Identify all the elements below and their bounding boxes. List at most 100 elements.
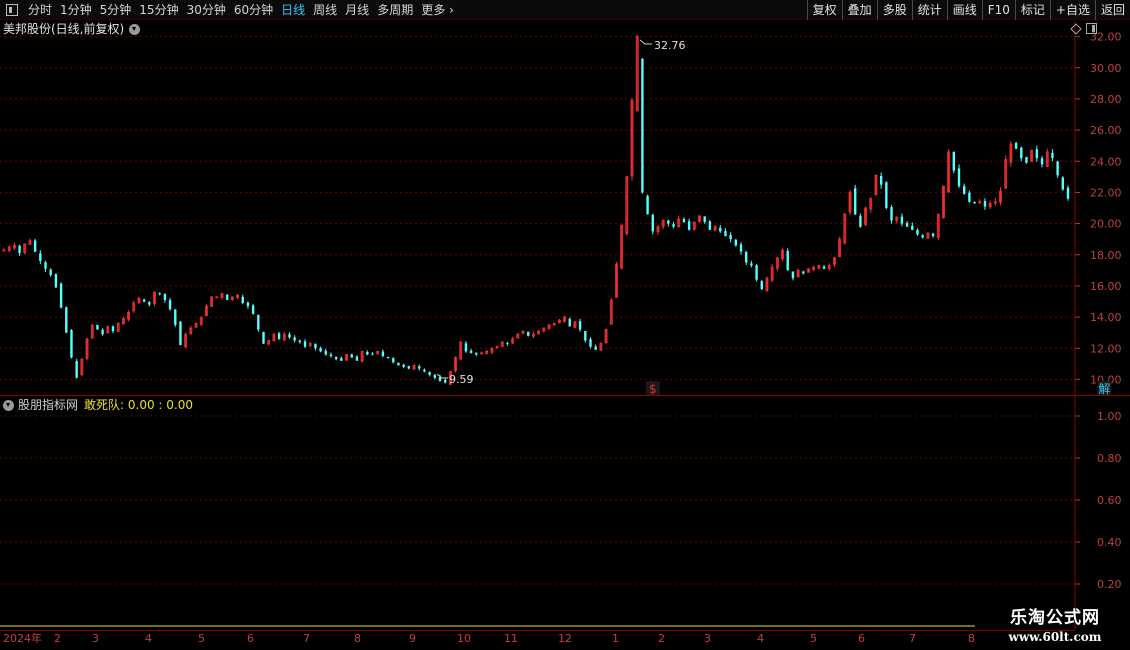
main-grid (0, 36, 1075, 380)
time-axis-month-label: 5 (198, 632, 205, 645)
candle-body (651, 214, 654, 232)
candle-body (1035, 149, 1039, 159)
indicator-y-label: 0.60 (1097, 494, 1122, 507)
candle-body (1056, 161, 1059, 176)
candle-body (791, 271, 795, 279)
candle-body (381, 351, 385, 357)
candle-body (392, 358, 395, 363)
diamond-icon[interactable] (1070, 23, 1082, 35)
time-axis-year-label: 2024年 (3, 631, 42, 645)
candle-body (687, 221, 691, 230)
low-leader-line (436, 373, 448, 379)
candle-body (1051, 152, 1054, 159)
candle-body (142, 299, 146, 302)
low-price-label: 9.59 (449, 373, 474, 386)
candle-body (916, 229, 919, 235)
candle-body (433, 374, 436, 378)
y-axis-label: 24.00 (1090, 155, 1122, 168)
candle-body (802, 271, 805, 274)
time-axis-month-label: 1 (612, 632, 619, 645)
high-leader-line (639, 39, 652, 45)
candle-body (65, 307, 68, 333)
candle-body (703, 216, 706, 223)
time-axis-month-label: 2 (658, 632, 665, 645)
candle-body (288, 334, 291, 338)
time-axis-month-label: 8 (968, 632, 975, 645)
candle-body (905, 223, 909, 227)
candle-body (527, 331, 530, 336)
candle-body (39, 253, 42, 261)
candlesticks (2, 34, 1070, 385)
candle-body (750, 263, 753, 266)
candle-body (900, 216, 904, 224)
candle-body (423, 369, 426, 372)
y-axis-label: 16.00 (1090, 280, 1122, 293)
candle-body (277, 333, 281, 339)
signal-marker: 解 (1098, 382, 1110, 396)
candle-body (729, 234, 732, 240)
candle-body (371, 353, 374, 355)
candle-body (293, 337, 296, 341)
time-axis-month-label: 7 (303, 632, 310, 645)
candle-body (1014, 142, 1018, 149)
signal-marker: $ (649, 382, 657, 396)
signal-markers: $解$跌$减榜涨财 (645, 381, 1112, 396)
candle-body (44, 262, 47, 269)
time-axis-month-label: 6 (858, 632, 865, 645)
time-axis-month-label: 7 (909, 632, 916, 645)
candle-body (179, 321, 182, 346)
indicator-name: 股朋指标网 (18, 398, 79, 412)
candle-body (443, 379, 447, 383)
candle-body (506, 342, 509, 344)
y-axis-label: 30.00 (1090, 62, 1122, 75)
indicator-series (0, 625, 975, 627)
candle-body (739, 244, 743, 252)
indicator-value: 敢死队: 0.00 : 0.00 (84, 398, 193, 412)
time-axis-month-label: 10 (457, 632, 471, 645)
candle-body (303, 341, 307, 347)
candle-body (584, 331, 587, 341)
candle-body (885, 182, 888, 208)
candle-body (174, 309, 177, 325)
candle-body (257, 314, 260, 330)
stock-title[interactable]: 美邦股份(日线,前复权) (3, 21, 141, 37)
candle-body (734, 239, 738, 246)
candle-body (745, 252, 748, 263)
candle-body (33, 240, 37, 252)
candle-body (890, 206, 893, 221)
candle-body (931, 233, 935, 237)
candle-body (724, 230, 727, 237)
time-axis-month-label: 5 (810, 632, 817, 645)
candle-body (475, 352, 478, 355)
candle-body (568, 318, 571, 327)
candle-body (672, 224, 675, 227)
candle-body (786, 250, 789, 271)
candle-body (428, 371, 431, 375)
candle-body (983, 201, 987, 207)
candle-body (921, 235, 924, 238)
watermark-logo: 乐淘公式网 www.60lt.com (1008, 608, 1102, 644)
candle-body (158, 293, 161, 295)
candle-body (314, 343, 317, 349)
y-axis-label: 22.00 (1090, 186, 1122, 199)
candle-body (760, 281, 763, 290)
indicator-y-axis: 1.00 0.80 0.60 0.40 0.20 (1075, 410, 1122, 591)
candle-body (719, 227, 722, 232)
chevron-down-icon[interactable] (129, 23, 141, 35)
candle-body (957, 168, 961, 187)
candle-body (822, 266, 826, 269)
chart-canvas[interactable]: 32.0030.0028.0026.0024.0022.0020.0018.00… (0, 0, 1130, 650)
indicator-title[interactable]: 股朋指标网 敢死队: 0.00 : 0.00 (3, 397, 193, 413)
indicator-grid (0, 415, 1075, 585)
candle-body (246, 302, 250, 307)
candle-body (96, 324, 99, 330)
candle-body (464, 343, 468, 352)
panel-toggle-icon[interactable] (1086, 23, 1097, 34)
candle-body (111, 326, 115, 332)
candle-body (1025, 157, 1028, 163)
candle-body (962, 186, 966, 194)
candle-body (641, 58, 644, 193)
chevron-down-icon[interactable] (3, 399, 14, 411)
candle-body (334, 357, 338, 360)
candle-body (911, 226, 914, 230)
